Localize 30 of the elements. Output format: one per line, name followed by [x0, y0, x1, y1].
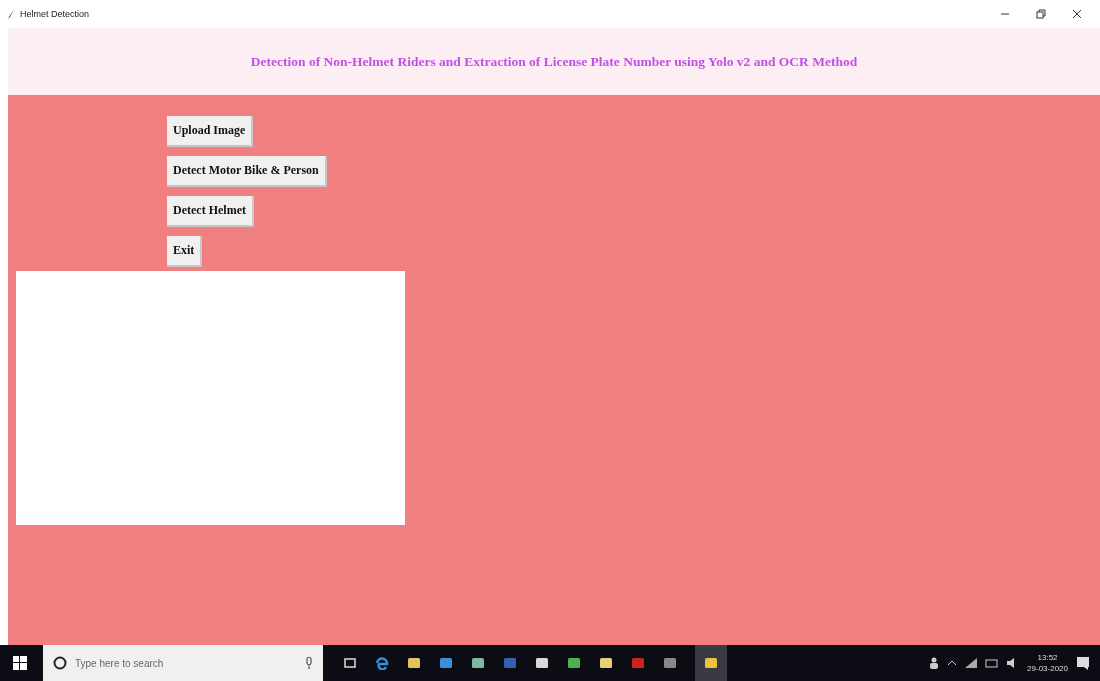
app-icon[interactable]: [663, 656, 677, 670]
app-icon[interactable]: [439, 656, 453, 670]
microphone-icon[interactable]: [305, 657, 313, 669]
notification-icon[interactable]: [1076, 656, 1090, 670]
task-view-icon[interactable]: [343, 657, 357, 669]
edge-browser-icon[interactable]: [375, 656, 389, 670]
app-icon[interactable]: [471, 656, 485, 670]
chevron-up-icon[interactable]: [947, 659, 958, 667]
app-icon[interactable]: [535, 656, 549, 670]
action-button[interactable]: Detect Motor Bike & Person: [167, 156, 327, 187]
app-heading: Detection of Non-Helmet Riders and Extraction of License Plate Number using Yolo v2 and OCR Method: [250, 53, 858, 70]
close-icon[interactable]: [1072, 9, 1082, 19]
windows-start-icon[interactable]: [13, 656, 27, 670]
app-icon[interactable]: [599, 656, 613, 670]
action-button[interactable]: Upload Image: [167, 116, 254, 147]
restore-icon[interactable]: [1036, 9, 1046, 19]
clock-date: 29-03-2020: [1027, 663, 1068, 674]
app-icon[interactable]: [704, 656, 718, 670]
search-placeholder: Type here to search: [75, 657, 165, 669]
network-icon[interactable]: [965, 658, 978, 668]
people-icon[interactable]: [929, 657, 940, 669]
action-button[interactable]: Detect Helmet: [167, 196, 254, 227]
action-button[interactable]: Exit: [167, 236, 203, 267]
clock-time: 13:52: [1037, 652, 1058, 663]
app-icon[interactable]: [567, 656, 581, 670]
circle-icon: [53, 656, 67, 670]
search-field[interactable]: Type here to search: [43, 645, 323, 681]
window-title: Helmet Detection: [20, 9, 90, 19]
clock[interactable]: 13:52 29-03-2020: [1027, 652, 1068, 674]
app-icon[interactable]: [407, 656, 421, 670]
